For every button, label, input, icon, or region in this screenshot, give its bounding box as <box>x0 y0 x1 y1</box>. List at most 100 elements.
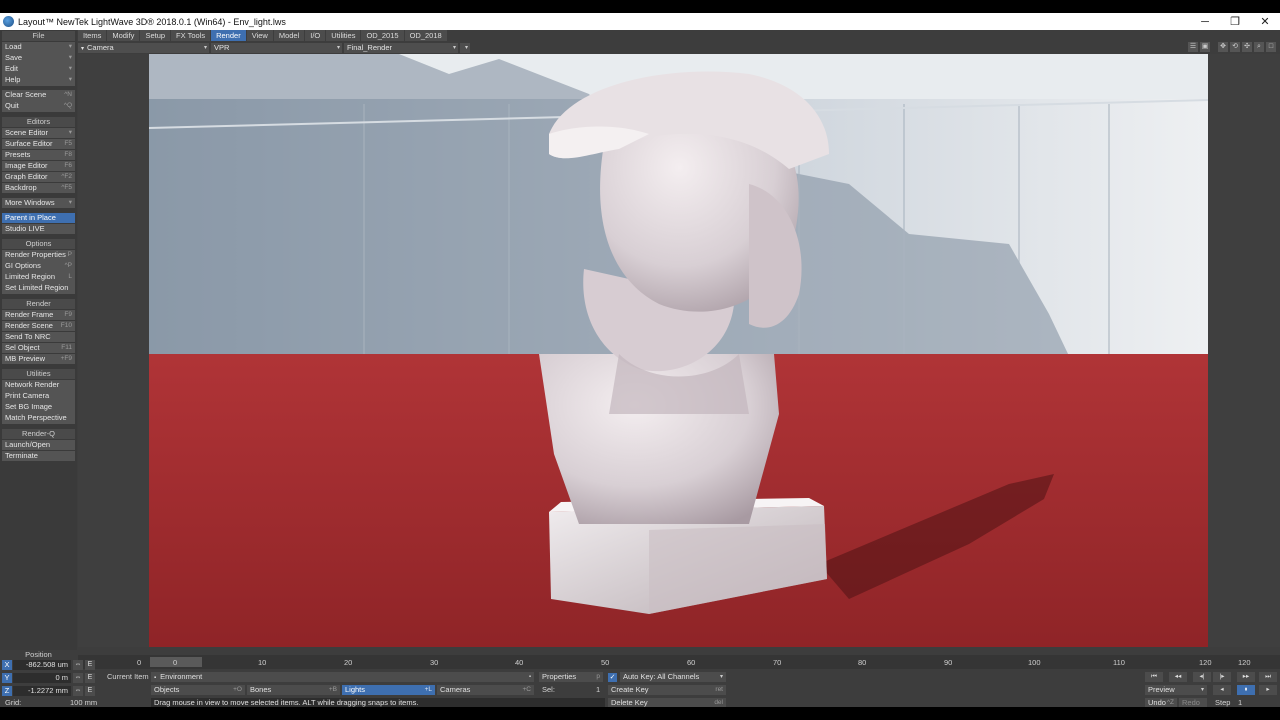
prev-key-icon[interactable]: ◂◂ <box>1169 672 1187 682</box>
tab-utilities[interactable]: Utilities <box>326 30 361 41</box>
cameras-button[interactable]: Cameras +C <box>437 685 534 695</box>
close-button[interactable]: ✕ <box>1250 15 1280 28</box>
x-position-field[interactable]: -862.508 um <box>13 659 71 670</box>
image-editor-button[interactable]: Image Editor F6 <box>2 160 75 171</box>
tab-od-2015[interactable]: OD_2015 <box>361 30 404 41</box>
surface-editor-button[interactable]: Surface Editor F5 <box>2 138 75 149</box>
y-lock-icon[interactable]: ⇔ <box>73 672 83 683</box>
move-view-icon[interactable]: ✥ <box>1218 42 1228 52</box>
bones-button[interactable]: Bones +B <box>247 685 340 695</box>
set-bg-image-button[interactable]: Set BG Image <box>2 402 75 413</box>
tab-modify[interactable]: Modify <box>107 30 140 41</box>
go-to-end-icon[interactable]: ⏭ <box>1259 672 1277 682</box>
x-envelope-button[interactable]: E <box>85 659 95 670</box>
app-area: File Load ▾ Save ▾ Edit ▾ Help ▾ Clear Scene… <box>0 30 1280 708</box>
help-menu[interactable]: Help ▾ <box>2 75 75 86</box>
y-envelope-button[interactable]: E <box>85 672 95 683</box>
clear-scene-button[interactable]: Clear Scene ^N <box>2 90 75 101</box>
tab-render[interactable]: Render <box>211 30 246 41</box>
mb-preview-button[interactable]: MB Preview +F9 <box>2 353 75 364</box>
z-position-field[interactable]: -1.2272 mm <box>13 685 71 696</box>
prev-frame-icon[interactable]: ◂| <box>1193 672 1211 682</box>
match-perspective-button[interactable]: Match Perspective <box>2 413 75 424</box>
letterbox-top <box>0 0 1280 13</box>
quit-label: Quit <box>5 101 19 110</box>
render-properties-button[interactable]: Render Properties P <box>2 250 75 261</box>
z-envelope-button[interactable]: E <box>85 685 95 696</box>
y-axis-badge[interactable]: Y <box>2 672 12 683</box>
load-menu[interactable]: Load ▾ <box>2 42 75 53</box>
render-frame-label: Render Frame <box>5 309 54 319</box>
tab-io[interactable]: I/O <box>305 30 326 41</box>
graph-editor-button[interactable]: Graph Editor ^F2 <box>2 171 75 182</box>
tab-fx-tools[interactable]: FX Tools <box>171 30 211 41</box>
render-scene-button[interactable]: Render Scene F10 <box>2 320 75 331</box>
render-preset-dropdown[interactable]: Final_Render ▾ <box>344 42 458 53</box>
sel-object-button[interactable]: Sel Object F11 <box>2 342 75 353</box>
play-icon[interactable]: ▸ <box>1259 685 1277 695</box>
x-axis-badge[interactable]: X <box>2 659 12 670</box>
go-to-start-icon[interactable]: ⏮ <box>1145 672 1163 682</box>
tab-model[interactable]: Model <box>273 30 305 41</box>
viewport-tools: ☰ ▣ ✥ ⟲ ✣ ⌕ □ <box>1186 42 1276 52</box>
lights-shortcut: +L <box>424 686 432 693</box>
layout-icon[interactable]: ▣ <box>1200 42 1210 52</box>
create-key-label: Create Key <box>611 685 649 694</box>
terminate-button[interactable]: Terminate <box>2 450 75 461</box>
z-axis-badge[interactable]: Z <box>2 685 12 696</box>
minimize-button[interactable]: ─ <box>1190 16 1220 28</box>
maximize-view-icon[interactable]: □ <box>1266 42 1276 52</box>
tab-od-2018[interactable]: OD_2018 <box>404 30 447 41</box>
chevron-down-icon: ▾ <box>68 54 72 61</box>
backdrop-button[interactable]: Backdrop ^F5 <box>2 182 75 193</box>
gi-options-button[interactable]: GI Options ^P <box>2 261 75 272</box>
scene-editor-button[interactable]: Scene Editor ▾ <box>2 127 75 138</box>
y-position-field[interactable]: 0 m <box>13 672 71 683</box>
pan-view-icon[interactable]: ✣ <box>1242 42 1252 52</box>
render-scene-label: Render Scene <box>5 320 53 330</box>
save-menu[interactable]: Save ▾ <box>2 53 75 64</box>
limited-region-button[interactable]: Limited Region L <box>2 272 75 283</box>
create-key-button[interactable]: Create Key ret <box>608 685 726 695</box>
presets-button[interactable]: Presets F8 <box>2 149 75 160</box>
tab-setup[interactable]: Setup <box>140 30 171 41</box>
cameras-label: Cameras <box>440 685 471 694</box>
clear-scene-shortcut: ^N <box>64 91 72 98</box>
objects-button[interactable]: Objects +O <box>151 685 245 695</box>
network-render-button[interactable]: Network Render <box>2 380 75 391</box>
auto-key-checkbox[interactable]: ✓ <box>608 673 617 682</box>
preview-dropdown[interactable]: Preview ▾ <box>1145 685 1207 695</box>
tab-view[interactable]: View <box>246 30 273 41</box>
more-windows-label: More Windows <box>5 197 55 207</box>
set-limited-region-button[interactable]: Set Limited Region <box>2 283 75 294</box>
x-lock-icon[interactable]: ⇔ <box>73 659 83 670</box>
list-icon[interactable]: ☰ <box>1188 42 1198 52</box>
auto-key-dropdown[interactable]: Auto Key: All Channels ▾ <box>620 672 726 682</box>
main-tabs: Items Modify Setup FX Tools Render View … <box>78 30 448 41</box>
studio-live-button[interactable]: Studio LIVE <box>2 223 75 234</box>
parent-in-place-toggle[interactable]: Parent in Place <box>2 212 75 223</box>
properties-button[interactable]: Properties p <box>539 672 603 682</box>
current-item-dropdown[interactable]: ▪ Environment ▪ <box>151 672 534 682</box>
tab-items[interactable]: Items <box>78 30 107 41</box>
print-camera-button[interactable]: Print Camera <box>2 391 75 402</box>
view-select-dropdown[interactable]: ▾ Camera ▾ <box>78 42 209 53</box>
z-lock-icon[interactable]: ⇔ <box>73 685 83 696</box>
render-frame-button[interactable]: Render Frame F9 <box>2 309 75 320</box>
restore-button[interactable]: ❐ <box>1220 15 1250 28</box>
rotate-view-icon[interactable]: ⟲ <box>1230 42 1240 52</box>
render-viewport[interactable] <box>149 54 1208 647</box>
play-reverse-icon[interactable]: ◂ <box>1213 685 1231 695</box>
pause-icon[interactable]: ⏸ <box>1237 685 1255 695</box>
render-mode-dropdown[interactable]: VPR ▾ <box>211 42 342 53</box>
next-key-icon[interactable]: ▸▸ <box>1237 672 1255 682</box>
more-windows-menu[interactable]: More Windows ▾ <box>2 197 75 208</box>
edit-menu[interactable]: Edit ▾ <box>2 64 75 75</box>
lights-button[interactable]: Lights +L <box>342 685 435 695</box>
viewport-extra-dropdown[interactable]: ▾ <box>460 42 470 53</box>
quit-button[interactable]: Quit ^Q <box>2 101 75 112</box>
zoom-view-icon[interactable]: ⌕ <box>1254 42 1264 52</box>
send-to-nrc-button[interactable]: Send To NRC <box>2 331 75 342</box>
next-frame-icon[interactable]: |▸ <box>1213 672 1231 682</box>
launch-open-button[interactable]: Launch/Open <box>2 439 75 450</box>
